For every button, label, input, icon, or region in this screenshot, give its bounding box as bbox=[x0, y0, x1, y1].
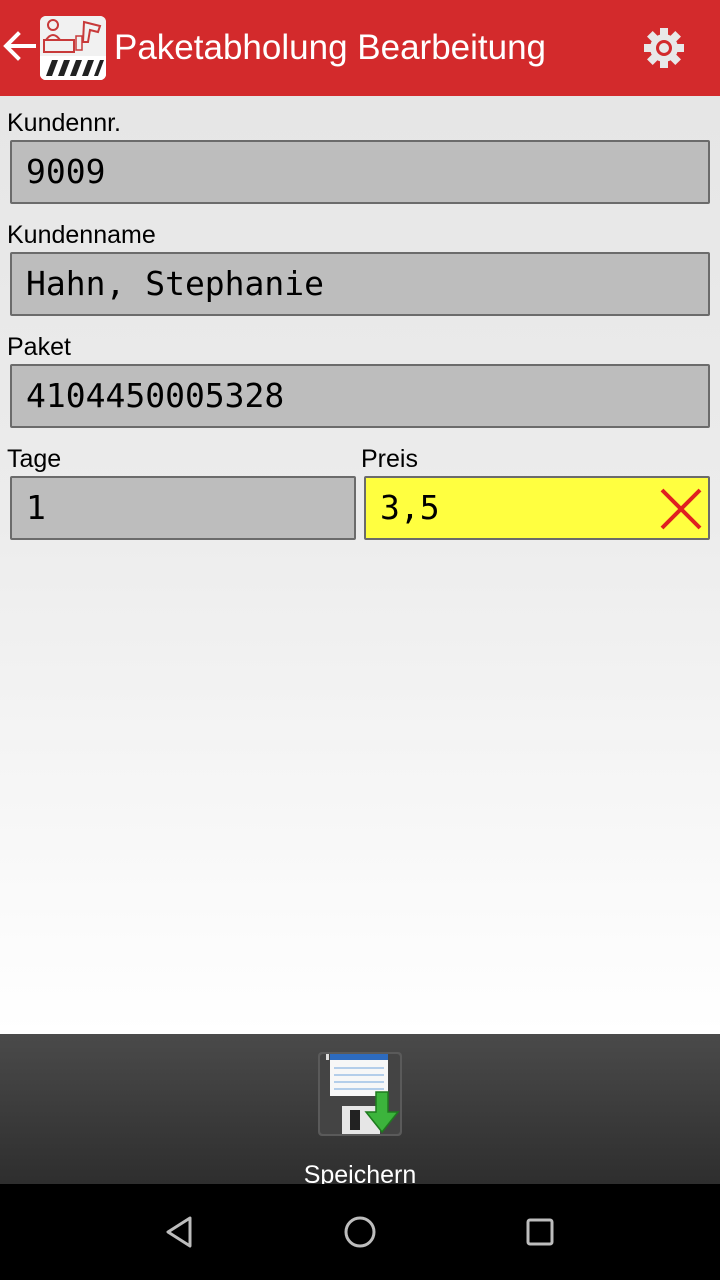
back-arrow-icon bbox=[3, 31, 36, 61]
nav-back-icon bbox=[166, 1216, 192, 1248]
page-title: Paketabholung Bearbeitung bbox=[114, 28, 547, 67]
system-nav-bar bbox=[0, 1184, 720, 1280]
nav-recents-button[interactable] bbox=[520, 1212, 560, 1252]
days-field[interactable]: 1 bbox=[10, 476, 356, 540]
nav-recents-icon bbox=[526, 1218, 554, 1246]
clear-price-button[interactable] bbox=[658, 486, 704, 532]
customer-number-field[interactable]: 9009 bbox=[10, 140, 710, 204]
form-area: Kundennr. 9009 Kundenname Hahn, Stephani… bbox=[0, 96, 720, 1034]
nav-home-icon bbox=[344, 1216, 376, 1248]
days-label: Tage bbox=[7, 445, 62, 473]
customer-number-label: Kundennr. bbox=[7, 109, 121, 137]
save-button[interactable]: Speichern bbox=[280, 1044, 440, 1189]
nav-home-button[interactable] bbox=[340, 1212, 380, 1252]
gear-icon bbox=[644, 28, 684, 68]
app-bar: Paketabholung Bearbeitung bbox=[0, 0, 720, 96]
app-logo bbox=[40, 16, 106, 80]
price-field[interactable]: 3,5 bbox=[364, 476, 710, 540]
floppy-disk-download-icon bbox=[318, 1052, 402, 1136]
customer-name-label: Kundenname bbox=[7, 221, 156, 249]
price-label: Preis bbox=[361, 445, 418, 473]
back-button[interactable] bbox=[0, 26, 40, 66]
package-field[interactable]: 4104450005328 bbox=[10, 364, 710, 428]
bottom-action-bar: Speichern bbox=[0, 1034, 720, 1189]
nav-back-button[interactable] bbox=[160, 1212, 200, 1252]
customer-name-field[interactable]: Hahn, Stephanie bbox=[10, 252, 710, 316]
price-value: 3,5 bbox=[380, 488, 440, 527]
package-label: Paket bbox=[7, 333, 71, 361]
close-icon bbox=[660, 488, 702, 530]
settings-button[interactable] bbox=[640, 24, 688, 72]
